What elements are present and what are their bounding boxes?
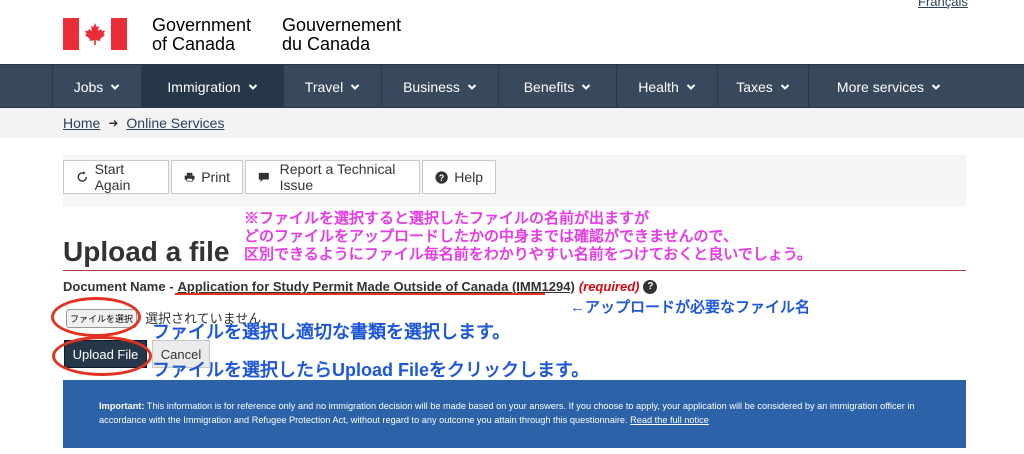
breadcrumb-online-services-link[interactable]: Online Services bbox=[126, 115, 224, 131]
nav-item-health[interactable]: Health bbox=[616, 65, 717, 109]
annotation-line: ※ファイルを選択すると選択したファイルの名前が出ますが bbox=[244, 210, 650, 227]
government-signature-fr: Gouvernement du Canada bbox=[282, 16, 401, 54]
breadcrumb: Home ➜ Online Services bbox=[63, 115, 224, 131]
chevron-down-icon bbox=[686, 84, 695, 90]
nav-label: Taxes bbox=[736, 79, 773, 95]
nav-label: Business bbox=[403, 79, 460, 95]
canada-flag-logo bbox=[63, 18, 127, 50]
nav-item-taxes[interactable]: Taxes bbox=[717, 65, 808, 109]
start-again-label: Start Again bbox=[94, 161, 131, 193]
arrow-right-icon: ➜ bbox=[108, 116, 119, 130]
document-name-line: Document Name - Application for Study Pe… bbox=[63, 279, 658, 294]
nav-label: Benefits bbox=[523, 79, 575, 95]
nav-label: Immigration bbox=[167, 79, 241, 95]
notice-text: This information is for reference only a… bbox=[99, 401, 915, 425]
nav-label: Jobs bbox=[73, 79, 104, 95]
sig-fr-line1: Gouvernement bbox=[282, 15, 402, 35]
chevron-down-icon bbox=[350, 84, 360, 90]
annotation-doc-name-note: ←アップロードが必要なファイル名 bbox=[570, 299, 811, 316]
annotation-upload-note: ファイルを選択したらUpload Fileをクリックします。 bbox=[152, 360, 590, 380]
document-name-value: Application for Study Permit Made Outsid… bbox=[177, 279, 575, 294]
title-divider bbox=[63, 270, 966, 271]
question-circle-icon: ? bbox=[435, 170, 448, 184]
comment-icon bbox=[258, 172, 269, 182]
help-label: Help bbox=[454, 169, 483, 185]
government-signature-en: Government of Canada bbox=[152, 16, 251, 54]
language-toggle-link[interactable]: Français bbox=[918, 0, 968, 9]
nav-item-travel[interactable]: Travel bbox=[283, 65, 381, 109]
nav-item-more-services[interactable]: More services bbox=[808, 65, 969, 109]
toolbar: Start Again Print Report a Technical Iss… bbox=[63, 160, 498, 194]
notice-important-label: Important: bbox=[99, 401, 145, 411]
chevron-down-icon bbox=[780, 84, 789, 90]
main-nav: Jobs Immigration Travel Business Benefit… bbox=[0, 64, 1024, 109]
nav-label: Health bbox=[638, 79, 679, 95]
important-notice: Important: This information is for refer… bbox=[63, 380, 966, 448]
help-question-icon[interactable]: ? bbox=[643, 279, 658, 294]
annotation-underline bbox=[175, 293, 545, 295]
chevron-down-icon bbox=[111, 84, 120, 90]
sig-en-line1: Government bbox=[152, 15, 252, 35]
chevron-down-icon bbox=[248, 84, 257, 90]
annotation-line: どのファイルをアップロードしたかの中身までは確認ができませんので、 bbox=[244, 228, 738, 245]
chevron-down-icon bbox=[467, 84, 477, 90]
start-again-button[interactable]: Start Again bbox=[63, 160, 169, 194]
print-button[interactable]: Print bbox=[171, 160, 243, 194]
print-label: Print bbox=[201, 169, 230, 185]
sig-fr-line2: du Canada bbox=[282, 34, 371, 54]
chevron-down-icon bbox=[931, 84, 941, 90]
annotation-circle-file bbox=[51, 297, 141, 337]
nav-label: More services bbox=[836, 79, 925, 95]
printer-icon bbox=[184, 172, 195, 182]
annotation-line: 区別できるようにファイル毎名前をわかりやすい名前をつけておくと良いでしょう。 bbox=[244, 246, 812, 263]
nav-item-immigration[interactable]: Immigration bbox=[141, 65, 283, 109]
maple-leaf-icon bbox=[85, 23, 105, 45]
annotation-filename-note: ※ファイルを選択すると選択したファイルの名前が出ますが どのファイルをアップロー… bbox=[244, 210, 812, 264]
nav-item-jobs[interactable]: Jobs bbox=[52, 65, 141, 109]
breadcrumb-home-link[interactable]: Home bbox=[63, 115, 100, 131]
document-name-label: Document Name - bbox=[63, 279, 174, 294]
chevron-down-icon bbox=[582, 84, 591, 90]
nav-label: Travel bbox=[304, 79, 344, 95]
sig-en-line2: of Canada bbox=[152, 34, 236, 54]
nav-item-benefits[interactable]: Benefits bbox=[498, 65, 616, 109]
refresh-icon bbox=[77, 171, 88, 182]
required-marker: (required) bbox=[578, 279, 640, 294]
page-title: Upload a file bbox=[63, 236, 230, 267]
report-label: Report a Technical Issue bbox=[279, 161, 396, 193]
svg-text:?: ? bbox=[439, 173, 444, 183]
help-button[interactable]: ? Help bbox=[422, 160, 496, 194]
annotation-circle-upload bbox=[52, 336, 152, 376]
read-full-notice-link[interactable]: Read the full notice bbox=[630, 415, 709, 425]
nav-item-business[interactable]: Business bbox=[381, 65, 498, 109]
report-technical-issue-button[interactable]: Report a Technical Issue bbox=[245, 160, 420, 194]
